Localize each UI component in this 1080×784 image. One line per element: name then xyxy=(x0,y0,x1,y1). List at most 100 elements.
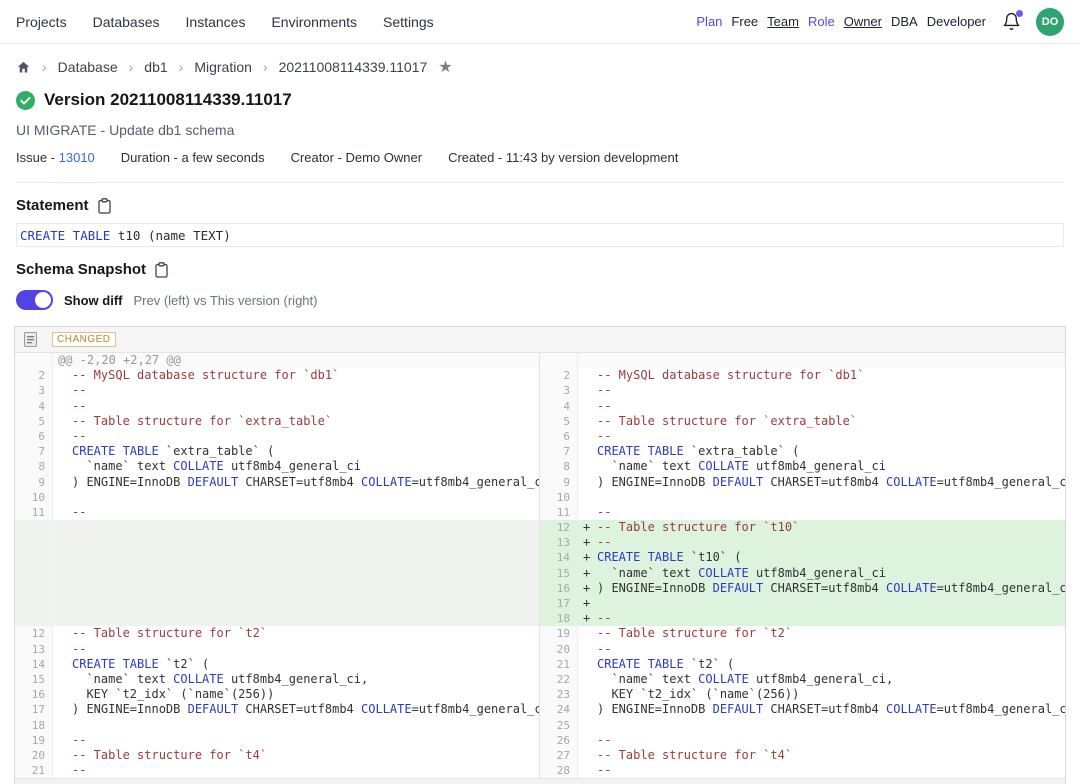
line-number: 15 xyxy=(15,672,53,687)
line-number: 18 xyxy=(15,718,53,733)
code-line: +-- Table structure for `t10` xyxy=(578,520,1065,535)
line-number: 19 xyxy=(540,626,578,641)
diff-row: 15 `name` text COLLATE utf8mb4_general_c… xyxy=(15,672,1065,687)
meta-item-4: Created - 11:43 by version development xyxy=(448,150,678,165)
diff-row: 13--20-- xyxy=(15,642,1065,657)
line-number: 7 xyxy=(540,444,578,459)
line-number: 11 xyxy=(540,505,578,520)
show-diff-toggle[interactable] xyxy=(16,290,53,310)
nav-item-settings[interactable]: Settings xyxy=(383,14,434,30)
diff-row: 17) ENGINE=InnoDB DEFAULT CHARSET=utf8mb… xyxy=(15,702,1065,717)
diff-row: 21--28-- xyxy=(15,763,1065,778)
line-number xyxy=(540,353,578,368)
code-line xyxy=(578,718,1065,733)
line-number: 3 xyxy=(540,383,578,398)
line-number: 26 xyxy=(540,733,578,748)
code-line: -- xyxy=(53,763,539,778)
line-number: 13 xyxy=(540,535,578,550)
code-line: ) ENGINE=InnoDB DEFAULT CHARSET=utf8mb4 … xyxy=(53,702,539,717)
diff-row: 2-- MySQL database structure for `db1`2-… xyxy=(15,368,1065,383)
copy-schema-icon[interactable] xyxy=(155,262,169,278)
top-nav: Projects Databases Instances Environments Se… xyxy=(0,0,1080,44)
statement-code: CREATE TABLE t10 (name TEXT) xyxy=(16,223,1064,247)
code-line: +-- xyxy=(578,611,1065,626)
code-line: KEY `t2_idx` (`name`(256)) xyxy=(53,687,539,702)
diff-row: 20-- Table structure for `t4`27-- Table … xyxy=(15,748,1065,763)
nav-item-instances[interactable]: Instances xyxy=(186,14,246,30)
code-line: `name` text COLLATE utf8mb4_general_ci, xyxy=(53,672,539,687)
line-number: 9 xyxy=(15,475,53,490)
code-line: -- xyxy=(53,383,539,398)
diff-hint: Prev (left) vs This version (right) xyxy=(134,293,318,308)
diff-row: 18+-- xyxy=(15,611,1065,626)
code-line: `name` text COLLATE utf8mb4_general_ci, xyxy=(578,672,1065,687)
star-icon[interactable]: ★ xyxy=(438,57,452,77)
code-line xyxy=(53,718,539,733)
meta-item-2: Duration - a few seconds xyxy=(121,150,265,165)
code-line: -- Table structure for `extra_table` xyxy=(578,414,1065,429)
line-number: 6 xyxy=(15,429,53,444)
breadcrumb-item-1[interactable]: Database xyxy=(58,59,118,75)
code-line: CREATE TABLE `t2` ( xyxy=(578,657,1065,672)
nav-owner[interactable]: Owner xyxy=(844,14,882,29)
copy-statement-icon[interactable] xyxy=(98,198,112,214)
diff-row: 17+ xyxy=(15,596,1065,611)
code-line xyxy=(53,520,539,535)
home-icon[interactable] xyxy=(16,60,31,75)
line-number xyxy=(15,611,53,626)
breadcrumb-item-3[interactable]: Migration xyxy=(194,59,252,75)
chevron-right-icon: › xyxy=(179,59,184,75)
line-number: 12 xyxy=(540,520,578,535)
line-number: 8 xyxy=(540,459,578,474)
line-number: 14 xyxy=(540,550,578,565)
line-number: 17 xyxy=(540,596,578,611)
chevron-right-icon: › xyxy=(42,59,47,75)
diff-row: 12-- Table structure for `t2`19-- Table … xyxy=(15,626,1065,641)
line-number: 16 xyxy=(15,687,53,702)
nav-item-databases[interactable]: Databases xyxy=(93,14,160,30)
breadcrumb-item-2[interactable]: db1 xyxy=(144,59,167,75)
code-line xyxy=(53,535,539,550)
nav-right-items: PlanFreeTeamRoleOwnerDBADeveloperDO xyxy=(696,8,1064,36)
code-line: CREATE TABLE `extra_table` ( xyxy=(578,444,1065,459)
line-number: 4 xyxy=(15,399,53,414)
line-number: 15 xyxy=(540,566,578,581)
line-number xyxy=(15,550,53,565)
avatar[interactable]: DO xyxy=(1036,8,1064,36)
code-line: -- Table structure for `t2` xyxy=(578,626,1065,641)
code-line: -- xyxy=(578,399,1065,414)
breadcrumb: ›Database›db1›Migration›20211008114339.1… xyxy=(0,44,1080,79)
code-line: -- Table structure for `t4` xyxy=(578,748,1065,763)
code-line: -- xyxy=(53,505,539,520)
line-number: 17 xyxy=(15,702,53,717)
diff-row: 19--26-- xyxy=(15,733,1065,748)
code-line: -- MySQL database structure for `db1` xyxy=(578,368,1065,383)
line-number: 22 xyxy=(540,672,578,687)
code-line: -- xyxy=(53,733,539,748)
diff-body[interactable]: @@ -2,20 +2,27 @@2-- MySQL database stru… xyxy=(15,353,1065,778)
chevron-right-icon: › xyxy=(263,59,268,75)
notification-dot xyxy=(1016,10,1023,17)
code-line xyxy=(53,490,539,505)
code-line: -- xyxy=(578,429,1065,444)
code-line: -- xyxy=(53,642,539,657)
nav-item-projects[interactable]: Projects xyxy=(16,14,67,30)
diff-row: 16+) ENGINE=InnoDB DEFAULT CHARSET=utf8m… xyxy=(15,581,1065,596)
code-line: CREATE TABLE `t2` ( xyxy=(53,657,539,672)
diff-scrollbar[interactable] xyxy=(15,778,1065,784)
diff-header: CHANGED xyxy=(15,327,1065,353)
breadcrumb-item-4[interactable]: 20211008114339.11017 xyxy=(279,59,428,75)
code-line: -- xyxy=(578,505,1065,520)
nav-team[interactable]: Team xyxy=(767,14,799,29)
line-number: 11 xyxy=(15,505,53,520)
issue-link[interactable]: 13010 xyxy=(59,150,95,165)
line-number: 20 xyxy=(540,642,578,657)
code-line: -- xyxy=(578,733,1065,748)
bell-icon[interactable] xyxy=(1002,12,1022,32)
code-line: +CREATE TABLE `t10` ( xyxy=(578,550,1065,565)
nav-item-environments[interactable]: Environments xyxy=(271,14,357,30)
breadcrumb-items: ›Database›db1›Migration›20211008114339.1… xyxy=(42,59,427,75)
code-line: -- Table structure for `t2` xyxy=(53,626,539,641)
code-line xyxy=(53,550,539,565)
diff-row: @@ -2,20 +2,27 @@ xyxy=(15,353,1065,368)
